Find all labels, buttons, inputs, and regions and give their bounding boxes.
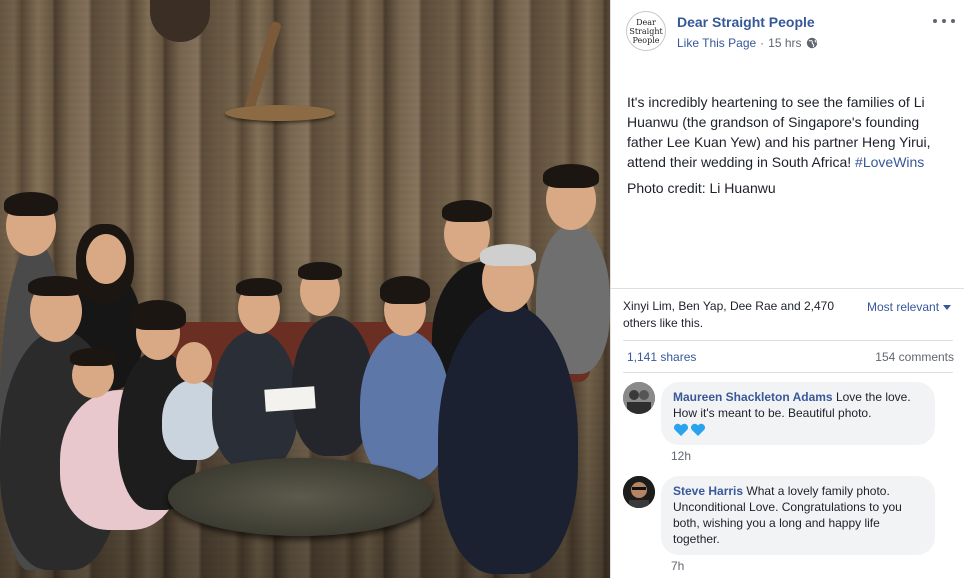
commenter-avatar[interactable] [623,382,655,414]
toddler-head [176,342,212,384]
reactions-divider [611,288,964,289]
blue-heart-icon [674,423,689,436]
comment-author-link[interactable]: Maureen Shackleton Adams [673,390,833,404]
coffee-table [168,458,433,536]
post-body: It's incredibly heartening to see the fa… [627,92,953,172]
person-hair [480,244,536,266]
person-silhouette [438,304,578,574]
comment-timestamp[interactable]: 7h [671,559,684,573]
comment-author-link[interactable]: Steve Harris [673,484,743,498]
comment-emoji [673,423,923,437]
caret-down-icon [943,304,952,310]
page-avatar[interactable]: Dear Straight People [626,11,666,51]
person-hair [4,192,58,216]
photo-credit: Photo credit: Li Huanwu [627,180,776,196]
comment-bubble: Steve Harris What a lovely family photo.… [661,476,935,555]
comment-bubble: Maureen Shackleton Adams Love the love. … [661,382,935,445]
avatar-photo-icon [623,382,655,414]
page-avatar-text: Dear Straight People [629,17,663,45]
hashtag-link[interactable]: #LoveWins [855,154,924,170]
divider [623,372,953,373]
post-photo[interactable] [0,0,610,578]
wall-sconce-disc [225,105,335,121]
commenter-avatar[interactable] [623,476,655,508]
avatar-photo-icon [623,476,655,508]
envelope [264,386,316,412]
page-name-link[interactable]: Dear Straight People [677,14,815,30]
globe-icon[interactable] [806,37,818,49]
comment-sort-dropdown[interactable]: Most relevant [867,300,952,314]
comments-count[interactable]: 154 comments [875,350,954,364]
person-hair [28,276,84,296]
comment-sort-label: Most relevant [867,300,940,314]
person-hair [130,300,186,330]
person-hair [543,164,599,188]
person-hair [442,200,492,222]
comment-timestamp[interactable]: 12h [671,449,691,463]
person-floral-dress [360,330,450,480]
person-hair [236,278,282,296]
person-hair [380,276,430,304]
post-header: Dear Straight People Dear Straight Peopl… [611,0,964,60]
child-hair [70,348,116,366]
post-timestamp[interactable]: 15 hrs [768,36,801,50]
post-sidebar: Dear Straight People Dear Straight Peopl… [610,0,964,578]
shares-count[interactable]: 1,141 shares [627,350,696,364]
meta-separator: · [760,36,765,50]
divider [623,340,953,341]
like-page-link[interactable]: Like This Page [677,36,756,50]
more-options-icon[interactable] [933,12,955,30]
blue-heart-icon [691,423,706,436]
person-hair [298,262,342,280]
post-meta: Like This Page · 15 hrs [677,36,818,50]
likes-summary[interactable]: Xinyi Lim, Ben Yap, Dee Rae and 2,470 ot… [623,298,859,332]
person-head [86,234,126,284]
